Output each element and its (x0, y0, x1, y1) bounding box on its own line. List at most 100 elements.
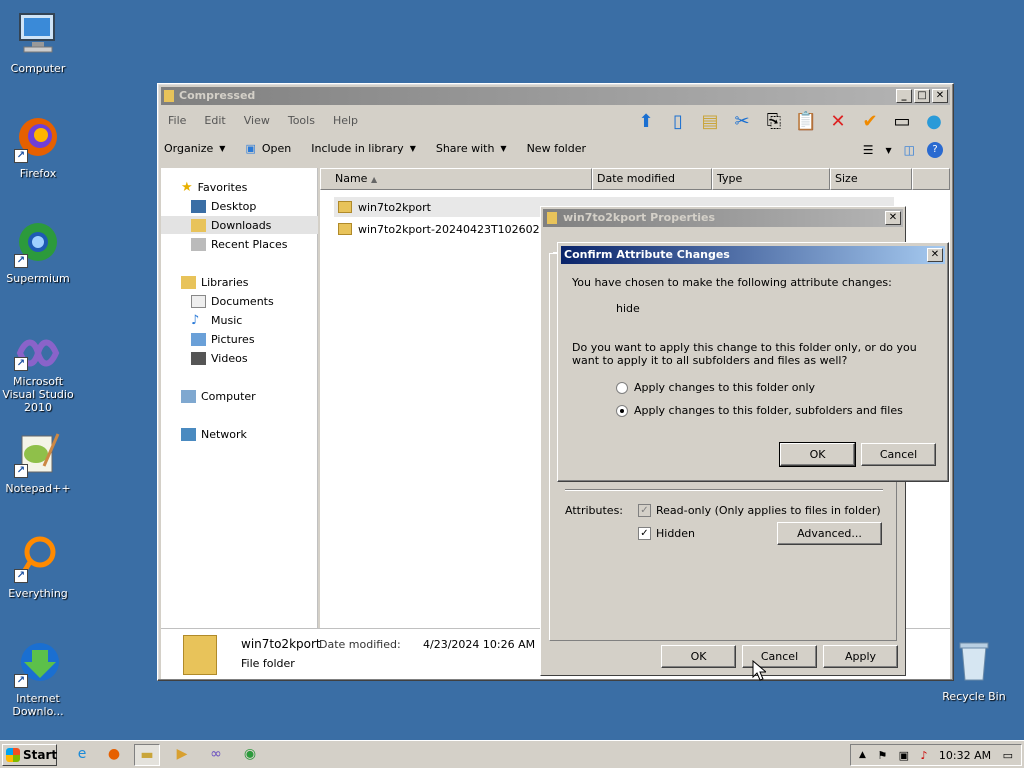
confirm-cancel-button[interactable]: Cancel (861, 443, 936, 466)
nav-label: Videos (211, 351, 248, 365)
firefox-icon: ↗ (14, 115, 62, 163)
paste-icon[interactable]: 📋 (793, 108, 819, 134)
desktop-icon-supermium[interactable]: ↗ Supermium (0, 220, 78, 285)
explorer-titlebar[interactable]: Compressed _ □ ✕ (161, 87, 950, 105)
confirm-title: Confirm Attribute Changes (564, 248, 730, 261)
nav-desktop[interactable]: Desktop (191, 197, 256, 215)
notepadpp-icon: ↗ (14, 430, 62, 478)
maximize-button[interactable]: □ (914, 89, 930, 103)
nav-pictures[interactable]: Pictures (191, 330, 255, 348)
nav-documents[interactable]: Documents (191, 292, 274, 310)
explorer-task-button[interactable]: ▬ (134, 744, 160, 766)
nav-recent-places[interactable]: Recent Places (191, 235, 288, 253)
network-icon[interactable]: ▣ (899, 749, 909, 762)
desktop-icon-label: Notepad++ (5, 482, 71, 495)
ie-icon[interactable]: e (72, 746, 92, 764)
column-size[interactable]: Size (830, 168, 912, 190)
include-in-library-button[interactable]: Include in library ▼ (311, 142, 416, 155)
desktop-icon-label: Microsoft Visual Studio 2010 (2, 375, 74, 414)
nav-computer[interactable]: Computer (181, 387, 256, 405)
minimize-button[interactable]: _ (896, 89, 912, 103)
action-center-flag-icon[interactable]: ⚑ (877, 749, 887, 762)
system-tray: ▲ ⚑ ▣ ♪ 10:32 AM ▭ (850, 744, 1022, 766)
desktop-icon-computer[interactable]: Computer (0, 10, 78, 75)
include-label: Include in library (311, 142, 404, 155)
nav-downloads[interactable]: Downloads (161, 216, 318, 234)
show-hidden-icons-chevron-icon[interactable]: ▲ (859, 750, 866, 760)
menu-view[interactable]: View (244, 114, 270, 127)
separator (565, 489, 883, 491)
radio-button (616, 404, 628, 417)
column-type[interactable]: Type (712, 168, 830, 190)
sort-up-icon: ▲ (370, 175, 378, 184)
folder-options-icon[interactable]: ▤ (697, 108, 723, 134)
close-button[interactable]: ✕ (932, 89, 948, 103)
file-row[interactable]: win7to2kport-20240423T102602Z-001 (338, 219, 572, 239)
properties-titlebar[interactable]: win7to2kport Properties ✕ (543, 209, 903, 227)
column-name[interactable]: Name ▲ (320, 168, 592, 190)
desktop-icon-firefox[interactable]: ↗ Firefox (0, 115, 78, 180)
desktop-icon-visual-studio[interactable]: ↗ Microsoft Visual Studio 2010 (0, 335, 78, 414)
column-date-modified[interactable]: Date modified (592, 168, 712, 190)
new-folder-button[interactable]: New folder (527, 142, 586, 155)
volume-muted-icon[interactable]: ♪ (920, 749, 927, 762)
menu-edit[interactable]: Edit (204, 114, 225, 127)
mouse-cursor-icon (752, 659, 768, 685)
nav-network[interactable]: Network (181, 425, 247, 443)
open-button[interactable]: ▣ Open (245, 142, 291, 155)
menu-file[interactable]: File (168, 114, 186, 127)
apply-button[interactable]: Apply (823, 645, 898, 668)
menu-help[interactable]: Help (333, 114, 358, 127)
readonly-checkbox[interactable]: ✓ Read-only (Only applies to files in fol… (638, 504, 881, 517)
windows-logo-icon (6, 748, 20, 762)
desktop-icon-label: Firefox (19, 167, 57, 180)
desktop-icon-notepadpp[interactable]: ↗ Notepad++ (0, 430, 78, 495)
share-with-button[interactable]: Share with ▼ (436, 142, 507, 155)
visual-studio-icon[interactable]: ∞ (206, 746, 226, 764)
option-folder-subfolders[interactable]: Apply changes to this folder, subfolders… (616, 404, 903, 417)
confirm-titlebar[interactable]: Confirm Attribute Changes ✕ (561, 246, 945, 264)
view-icon[interactable]: ☰ (863, 143, 874, 157)
chevron-down-icon[interactable]: ▼ (886, 146, 892, 155)
start-button[interactable]: Start (2, 744, 57, 766)
properties-icon[interactable]: ▭ (889, 108, 915, 134)
ok-button[interactable]: OK (661, 645, 736, 668)
show-desktop-icon[interactable]: ▭ (1003, 749, 1013, 762)
star-icon: ★ (181, 179, 193, 195)
organize-button[interactable]: Organize ▼ (164, 142, 225, 155)
close-button[interactable]: ✕ (927, 248, 943, 262)
folder-icon (164, 90, 174, 102)
panel-icon[interactable]: ▯ (665, 108, 691, 134)
copy-icon[interactable]: ⎘ (761, 108, 787, 134)
option-label: Apply changes to this folder only (634, 381, 816, 394)
hidden-checkbox[interactable]: ✓ Hidden (638, 527, 695, 540)
desktop-icon-everything[interactable]: ↗ Everything (0, 535, 78, 600)
nav-libraries[interactable]: Libraries (181, 273, 249, 291)
supermium-icon[interactable]: ◉ (240, 746, 260, 764)
chevron-down-icon: ▼ (500, 144, 507, 153)
confirm-attribute-dialog: Confirm Attribute Changes ✕ You have cho… (557, 242, 949, 482)
option-label: Apply changes to this folder, subfolders… (634, 404, 903, 417)
up-arrow-icon[interactable]: ⬆ (633, 108, 659, 134)
preview-pane-icon[interactable]: ◫ (904, 143, 915, 157)
option-folder-only[interactable]: Apply changes to this folder only (616, 381, 815, 394)
videos-icon (191, 351, 206, 365)
media-player-icon[interactable]: ▶ (172, 746, 192, 764)
nav-videos[interactable]: Videos (191, 349, 248, 367)
chevron-down-icon: ▼ (219, 144, 226, 153)
confirm-ok-button[interactable]: OK (779, 442, 856, 467)
close-button[interactable]: ✕ (885, 211, 901, 225)
new-folder-label: New folder (526, 142, 586, 155)
help-icon[interactable]: ? (927, 142, 943, 158)
cut-icon[interactable]: ✂ (729, 108, 755, 134)
desktop-icon-idm[interactable]: ↗ Internet Downlo... (0, 640, 78, 718)
delete-icon[interactable]: ✕ (825, 108, 851, 134)
menu-tools[interactable]: Tools (288, 114, 315, 127)
nav-favorites[interactable]: ★ Favorites (181, 178, 247, 196)
globe-icon[interactable]: ● (921, 108, 947, 134)
nav-music[interactable]: ♪ Music (191, 311, 242, 329)
check-icon[interactable]: ✔ (857, 108, 883, 134)
firefox-icon[interactable]: ● (104, 746, 124, 764)
clock[interactable]: 10:32 AM (939, 749, 991, 762)
advanced-button[interactable]: Advanced... (777, 522, 882, 545)
